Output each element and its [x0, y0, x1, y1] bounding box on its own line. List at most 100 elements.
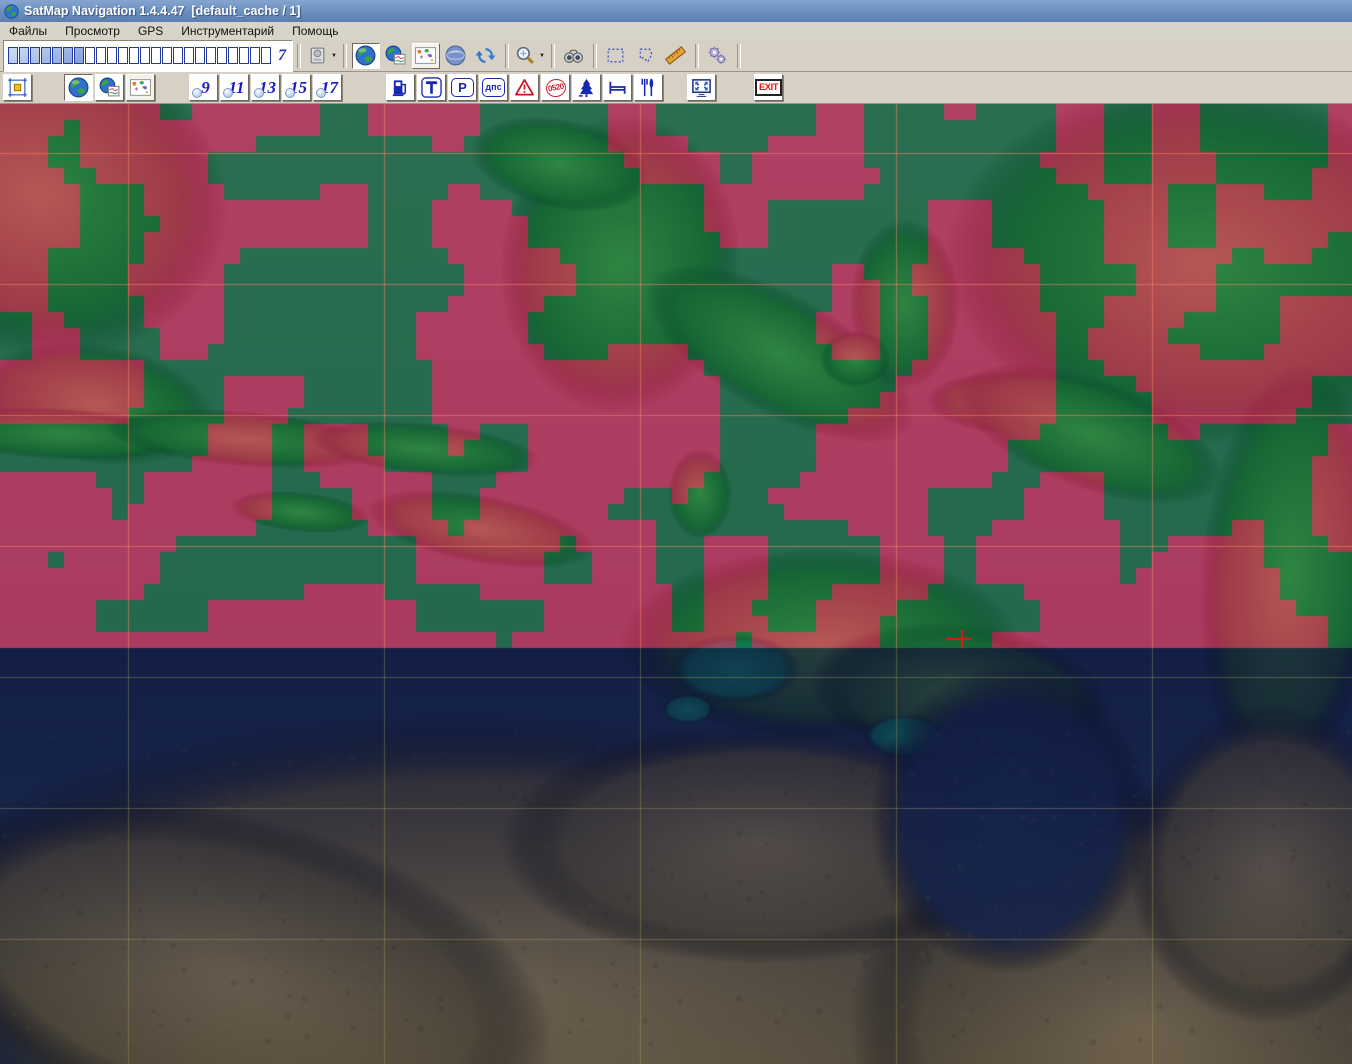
magnifier-lens-icon	[223, 88, 233, 98]
toolbar-button-speed-camera-label: 0520	[544, 77, 567, 98]
toolbar-separator	[505, 44, 509, 68]
dropdown-arrow-icon: ▼	[331, 53, 337, 59]
toolbar-button-13[interactable]: 13	[251, 74, 280, 101]
toolbar-secondary: 9 11131517 Pдпс 0520 EXIT	[0, 72, 1352, 104]
tree-icon	[576, 77, 597, 98]
window-title: SatMap Navigation 1.4.4.47 [default_cach…	[24, 4, 300, 18]
toolbar-button-zoom-tool[interactable]: ▼	[514, 43, 546, 69]
magnifier-lens-icon	[254, 88, 264, 98]
globe-map-icon	[99, 77, 120, 98]
restaurant-icon	[638, 77, 659, 98]
zoom-square	[8, 47, 18, 64]
zoom-square	[140, 47, 150, 64]
world-map-icon	[415, 45, 436, 66]
globe-icon	[355, 45, 376, 66]
toolbar-button-settings-gears[interactable]	[704, 43, 732, 69]
toolbar-button-world-map[interactable]	[412, 43, 440, 69]
menu-item-2[interactable]: Просмотр	[56, 23, 129, 39]
center-selection-icon	[7, 77, 28, 98]
toolbar-button-exit-label: EXIT	[755, 79, 782, 97]
toolbar-button-globe[interactable]	[352, 43, 380, 69]
zoom-square	[118, 47, 128, 64]
toolbar-main: 7 ▼▼	[0, 40, 1352, 72]
toolbar-button-p[interactable]: P	[448, 74, 477, 101]
zoom-square	[129, 47, 139, 64]
toolbar-button-select-rectangle[interactable]	[602, 43, 630, 69]
world-map-icon	[130, 77, 151, 98]
toolbar-button-дпс-label: дпс	[482, 78, 504, 97]
zoom-square	[41, 47, 51, 64]
zoom-square	[228, 47, 238, 64]
toolbar-button-fuel[interactable]	[386, 74, 415, 101]
toolbar-button-9-label: 9	[201, 79, 210, 96]
toolbar-secondary-items: 9 11131517 Pдпс 0520 EXIT	[2, 74, 784, 101]
zoom-square	[261, 47, 271, 64]
menu-item-1[interactable]: Файлы	[0, 23, 56, 39]
ruler-icon	[665, 45, 686, 66]
toolbar-separator	[551, 44, 555, 68]
toolbar-button-refresh[interactable]	[472, 43, 500, 69]
toolbar-button-warning[interactable]	[510, 74, 539, 101]
title-bar[interactable]: SatMap Navigation 1.4.4.47 [default_cach…	[0, 0, 1352, 22]
toolbar-button-17[interactable]: 17	[313, 74, 342, 101]
menu-item-5[interactable]: Помощь	[283, 23, 347, 39]
globe-map-icon	[385, 45, 406, 66]
toolbar-button-world-map[interactable]	[126, 74, 155, 101]
toolbar-button-globe-map[interactable]	[95, 74, 124, 101]
menu-item-3[interactable]: GPS	[129, 23, 172, 39]
zoom-square	[74, 47, 84, 64]
toolbar-button-11[interactable]: 11	[220, 74, 249, 101]
magnifier-lens-icon	[316, 88, 326, 98]
toolbar-button-globe[interactable]	[64, 74, 93, 101]
toolbar-button-15[interactable]: 15	[282, 74, 311, 101]
zoom-tool-icon	[515, 45, 536, 66]
select-rectangle-icon	[605, 45, 626, 66]
toolbar-button-speed-camera[interactable]: 0520	[541, 74, 570, 101]
toolbar-separator	[593, 44, 597, 68]
toolbar-button-hotel[interactable]	[603, 74, 632, 101]
toolbar-separator	[737, 44, 741, 68]
toolbar-separator	[695, 44, 699, 68]
toolbar-button-9[interactable]: 9	[189, 74, 218, 101]
zoom-square	[63, 47, 73, 64]
zoom-square	[162, 47, 172, 64]
toolbar-main-items: ▼▼	[293, 43, 745, 69]
toolbar-button-exit[interactable]: EXIT	[754, 74, 783, 101]
toolbar-button-center-selection[interactable]	[3, 74, 32, 101]
menu-bar: ФайлыПросмотрGPSИнструментарийПомощь	[0, 22, 1352, 40]
binoculars-icon	[563, 45, 584, 66]
toolbar-button-fullscreen[interactable]	[687, 74, 716, 101]
app-globe-icon	[4, 4, 19, 19]
fuel-icon	[390, 77, 411, 98]
hotel-icon	[607, 77, 628, 98]
map-viewport[interactable]	[0, 104, 1352, 1064]
select-polygon-icon	[635, 45, 656, 66]
zoom-square	[206, 47, 216, 64]
car-service-icon	[421, 77, 442, 98]
toolbar-button-binoculars[interactable]	[560, 43, 588, 69]
zoom-squares	[8, 47, 272, 64]
toolbar-button-restaurant[interactable]	[634, 74, 663, 101]
zoom-square	[239, 47, 249, 64]
refresh-icon	[475, 45, 496, 66]
toolbar-button-ruler[interactable]	[662, 43, 690, 69]
zoom-level-value: 7	[278, 47, 286, 65]
map-canvas[interactable]	[0, 104, 1352, 1064]
toolbar-button-globe-map[interactable]	[382, 43, 410, 69]
zoom-square	[85, 47, 95, 64]
toolbar-button-дпс[interactable]: дпс	[479, 74, 508, 101]
zoom-square	[107, 47, 117, 64]
zoom-square	[195, 47, 205, 64]
zoom-square	[96, 47, 106, 64]
zoom-square	[30, 47, 40, 64]
toolbar-button-tree[interactable]	[572, 74, 601, 101]
toolbar-button-globe-plain[interactable]	[442, 43, 470, 69]
toolbar-button-disk-drive[interactable]: ▼	[306, 43, 338, 69]
globe-plain-icon	[445, 45, 466, 66]
menu-item-4[interactable]: Инструментарий	[172, 23, 283, 39]
toolbar-button-select-polygon[interactable]	[632, 43, 660, 69]
toolbar-button-car-service[interactable]	[417, 74, 446, 101]
magnifier-lens-icon	[285, 88, 295, 98]
settings-gears-icon	[707, 45, 728, 66]
zoom-square	[173, 47, 183, 64]
